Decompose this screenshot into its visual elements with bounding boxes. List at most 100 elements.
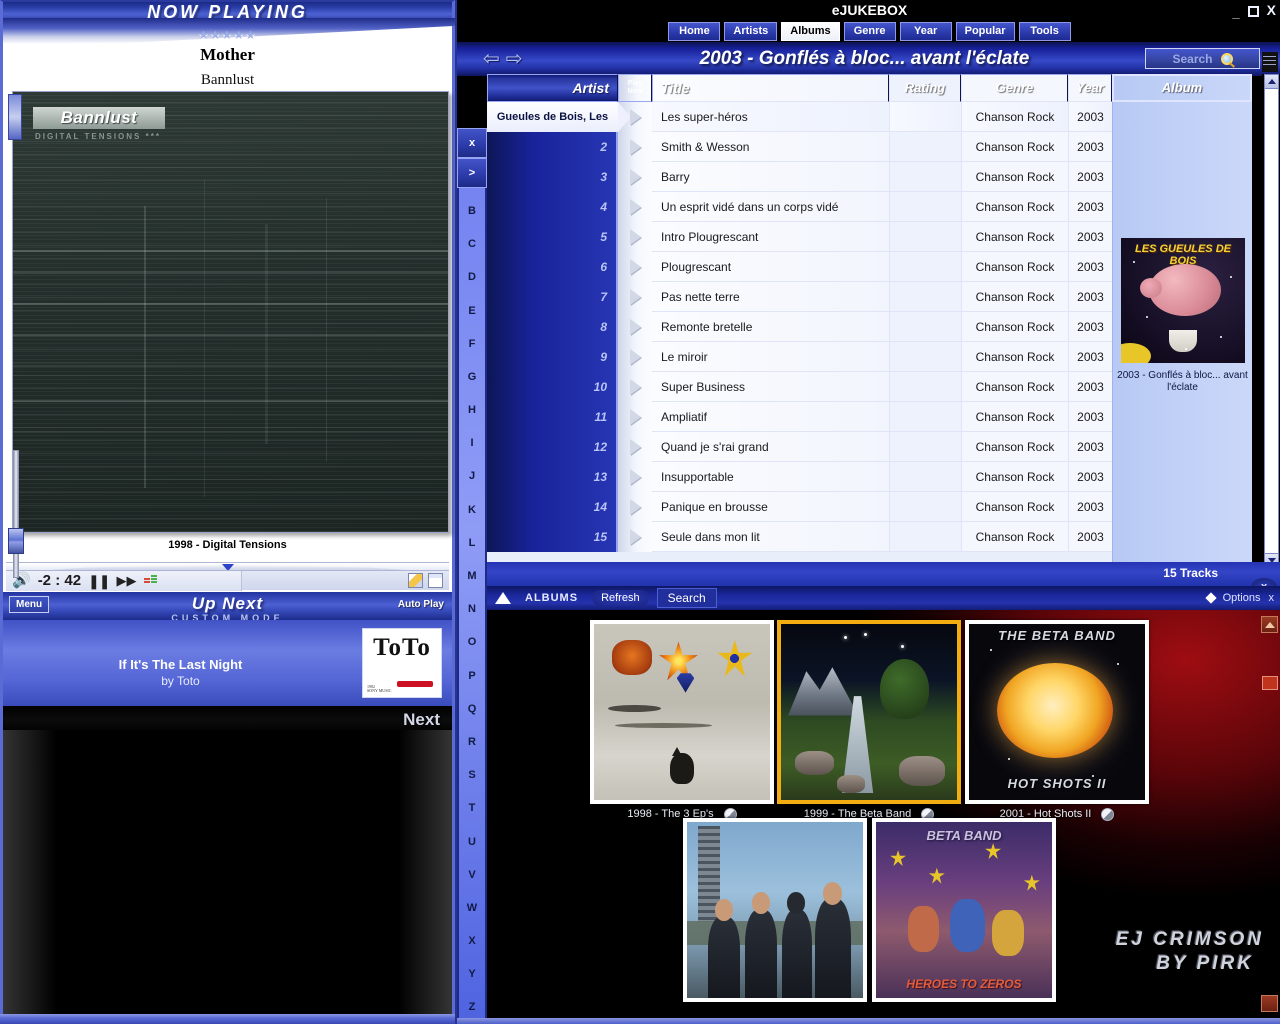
current-album-art[interactable]: Bannlust DIGITAL TENSIONS ***	[12, 91, 449, 533]
up-next-album-art[interactable]: ToTo 1982 SONY MUSIC	[362, 628, 442, 698]
download-icon[interactable]	[408, 573, 423, 588]
tab-year[interactable]: Year	[899, 21, 952, 41]
slider-thumb[interactable]	[8, 528, 24, 554]
window-icon[interactable]	[428, 573, 443, 588]
scroll-up-button[interactable]	[1264, 74, 1279, 89]
alphabet-letter-e[interactable]: E	[459, 294, 485, 327]
tab-artists[interactable]: Artists	[724, 21, 778, 41]
arrow-left-icon[interactable]: ⇦	[483, 49, 500, 69]
alphabet-letter-c[interactable]: C	[459, 228, 485, 261]
up-next-body[interactable]: If It's The Last Night by Toto ToTo 1982…	[0, 620, 455, 706]
tab-home[interactable]: Home	[668, 21, 721, 41]
search-button[interactable]: Search	[1145, 48, 1260, 69]
next-icon[interactable]: ▶▶	[117, 574, 137, 587]
tab-genre[interactable]: Genre	[843, 21, 896, 41]
alphabet-letter-p[interactable]: P	[459, 659, 485, 692]
alphabet-index[interactable]: #ABCDEFGHIJKLMNOPQRSTUVWXYZ	[457, 128, 487, 1024]
window-buttons[interactable]: _ X	[1232, 2, 1276, 21]
table-scrollbar[interactable]	[1262, 74, 1280, 568]
play-now-button[interactable]	[618, 342, 652, 372]
album-browser[interactable]: 1998 - The 3 Ep's 1999 - The Beta Band T…	[487, 610, 1280, 1024]
album-cover-band-photo[interactable]	[683, 818, 867, 1005]
play-now-button[interactable]	[618, 222, 652, 252]
search-tab-button[interactable]: Search	[656, 588, 717, 608]
column-title[interactable]: Title	[652, 74, 889, 102]
alphabet-letter-w[interactable]: W	[459, 891, 485, 924]
play-now-button[interactable]	[618, 132, 652, 162]
column-play-now[interactable]: Play Now	[618, 74, 652, 102]
browse-scroll-up-button[interactable]	[1261, 616, 1278, 633]
column-genre[interactable]: Genre	[961, 74, 1068, 102]
alphabet-letter-k[interactable]: K	[459, 493, 485, 526]
pause-icon[interactable]: ❚❚	[88, 574, 110, 588]
refresh-button[interactable]: Refresh	[592, 590, 649, 606]
play-now-button[interactable]	[618, 162, 652, 192]
alphabet-letter-j[interactable]: J	[459, 460, 485, 493]
alphabet-letter-o[interactable]: O	[459, 626, 485, 659]
play-now-button[interactable]	[618, 192, 652, 222]
column-artist[interactable]: Artist	[487, 74, 618, 102]
alphabet-letter-y[interactable]: Y	[459, 958, 485, 991]
alphabet-letter-x[interactable]: X	[459, 925, 485, 958]
tab-popular[interactable]: Popular	[955, 21, 1015, 41]
alphabet-letter-n[interactable]: N	[459, 593, 485, 626]
alphabet-letter-t[interactable]: T	[459, 792, 485, 825]
alphabet-letter-q[interactable]: Q	[459, 692, 485, 725]
column-rating[interactable]: Rating	[889, 74, 961, 102]
track-table-header[interactable]: Artist Play Now Title Rating Genre Year …	[487, 74, 1252, 102]
triangle-up-icon[interactable]	[495, 592, 511, 604]
next-label[interactable]: Next	[403, 709, 440, 730]
album-cover-beta-band[interactable]: 1999 - The Beta Band	[777, 620, 961, 821]
scrollbar-track[interactable]	[1264, 74, 1279, 568]
alphabet-letter-m[interactable]: M	[459, 559, 485, 592]
maximize-icon[interactable]	[1247, 5, 1259, 17]
alphabet-letter-f[interactable]: F	[459, 327, 485, 360]
alphabet-letter-l[interactable]: L	[459, 526, 485, 559]
alphabet-letter-h[interactable]: H	[459, 394, 485, 427]
arrow-right-icon[interactable]: ⇨	[506, 49, 523, 69]
rating-stars[interactable]: ★★★★★	[3, 28, 452, 42]
browse-scroll-down-button[interactable]	[1261, 995, 1278, 1012]
options-label[interactable]: Options	[1223, 592, 1261, 605]
album-cover-heroes-to-zeros[interactable]: BETA BAND HEROES TO ZEROS	[872, 818, 1056, 1005]
play-now-button[interactable]	[618, 522, 652, 552]
alphabet-letter-g[interactable]: G	[459, 360, 485, 393]
alphabet-letter-s[interactable]: S	[459, 759, 485, 792]
now-playing-vertical-slider[interactable]	[8, 450, 24, 578]
alphabet-letter-u[interactable]: U	[459, 825, 485, 858]
alphabet-expand-button[interactable]: >	[457, 158, 487, 188]
playback-controls[interactable]: 🔊 -2 : 42 ❚❚ ▶▶	[6, 570, 449, 591]
album-cover-3eps[interactable]: 1998 - The 3 Ep's	[590, 620, 774, 821]
close-icon[interactable]: X	[1267, 2, 1276, 18]
scroll-handle-top[interactable]	[1262, 52, 1278, 72]
play-album-icon[interactable]	[1101, 807, 1115, 821]
alphabet-letter-i[interactable]: I	[459, 427, 485, 460]
playlist-area[interactable]	[0, 730, 455, 1014]
tab-tools[interactable]: Tools	[1018, 21, 1071, 41]
alphabet-letter-b[interactable]: B	[459, 194, 485, 227]
browse-scroll-thumb[interactable]	[1262, 676, 1278, 690]
art-scroll-thumb[interactable]	[8, 94, 22, 140]
play-now-button[interactable]	[618, 282, 652, 312]
jukebox-tabs[interactable]: Home Artists Albums Genre Year Popular T…	[457, 20, 1280, 42]
options-group[interactable]: Options x	[1204, 592, 1275, 605]
play-now-button[interactable]	[618, 492, 652, 522]
alphabet-letter-v[interactable]: V	[459, 858, 485, 891]
minimize-icon[interactable]: _	[1232, 5, 1239, 21]
albums-toolbar[interactable]: ALBUMS Refresh Search Options x	[487, 586, 1280, 610]
play-now-button[interactable]	[618, 462, 652, 492]
play-now-button[interactable]	[618, 312, 652, 342]
alphabet-top-buttons[interactable]: x >	[457, 128, 487, 188]
tab-albums[interactable]: Albums	[781, 21, 840, 41]
column-album[interactable]: Album	[1112, 74, 1252, 102]
album-cover-hot-shots[interactable]: THE BETA BAND HOT SHOTS II 2001 - Hot Sh…	[965, 620, 1149, 821]
side-album-cover[interactable]: LES GUEULES DE BOIS	[1121, 238, 1245, 363]
alphabet-close-button[interactable]: x	[457, 128, 487, 158]
alphabet-letter-r[interactable]: R	[459, 725, 485, 758]
column-year[interactable]: Year	[1068, 74, 1112, 102]
play-now-button[interactable]	[618, 432, 652, 462]
play-now-button[interactable]	[618, 402, 652, 432]
toolbar-close-icon[interactable]: x	[1269, 592, 1275, 605]
navigation-arrows[interactable]: ⇦ ⇨	[483, 49, 523, 69]
equalizer-icon[interactable]	[143, 574, 158, 588]
